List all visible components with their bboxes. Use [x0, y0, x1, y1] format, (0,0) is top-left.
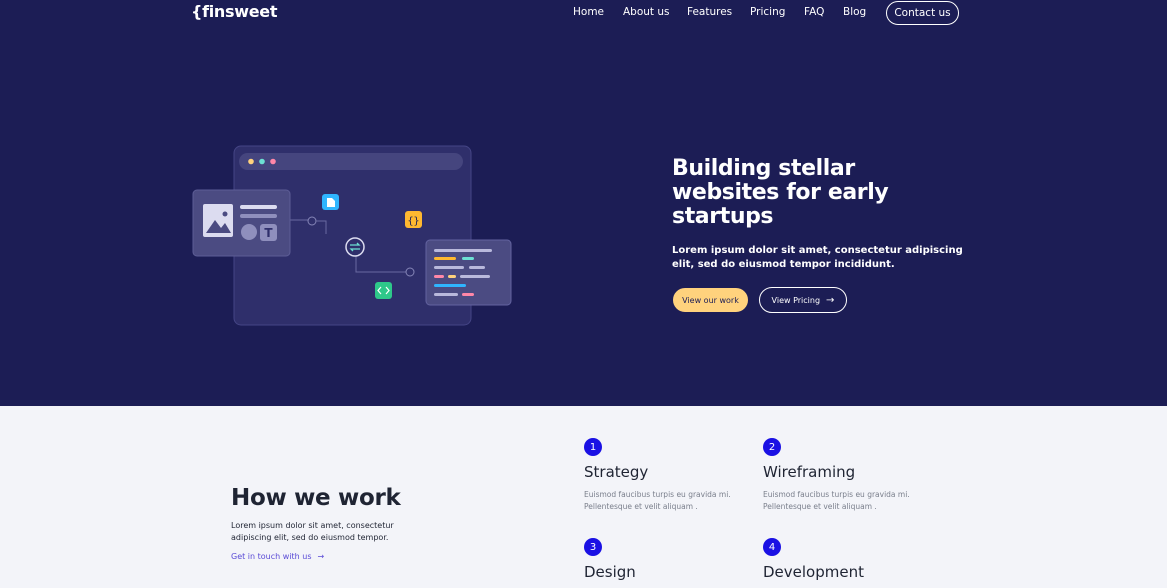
- get-in-touch-label: Get in touch with us: [231, 552, 312, 561]
- nav-pricing-link[interactable]: Pricing: [750, 6, 785, 18]
- view-pricing-label: View Pricing: [771, 295, 821, 305]
- svg-text:T: T: [264, 226, 273, 240]
- nav-about-link[interactable]: About us: [623, 6, 670, 18]
- code-line: [462, 293, 474, 296]
- nav-blog-link[interactable]: Blog: [843, 6, 866, 18]
- step-description: Euismod faucibus turpis eu gravida mi. P…: [763, 490, 910, 511]
- how-we-work-title: How we work: [231, 485, 401, 511]
- code-line: [448, 275, 456, 278]
- get-in-touch-link[interactable]: Get in touch with us →: [231, 552, 324, 561]
- view-our-work-button[interactable]: View our work: [672, 287, 749, 313]
- hero-section: {finsweet Home About us Features Pricing…: [0, 0, 1167, 406]
- code-line: [434, 249, 492, 252]
- code-line: [434, 266, 464, 269]
- hero-title: Building stellar websites for early star…: [672, 156, 889, 229]
- step-number-badge: 1: [584, 438, 602, 456]
- step-title: Wireframing: [763, 463, 856, 481]
- svg-text:{}: {}: [407, 216, 419, 227]
- code-line: [462, 257, 474, 260]
- connector-node: [307, 216, 317, 226]
- window-dot-pink: [270, 158, 276, 165]
- step-wireframing: 2 Wireframing Euismod faucibus turpis eu…: [763, 438, 933, 513]
- main-nav: Home About us Features Pricing FAQ Blog …: [0, 0, 1167, 26]
- step-strategy: 1 Strategy Euismod faucibus turpis eu gr…: [584, 438, 754, 513]
- nav-features-link[interactable]: Features: [687, 6, 732, 18]
- text-line-placeholder: [240, 214, 277, 218]
- step-number-badge: 3: [584, 538, 602, 556]
- step-development: 4 Development: [763, 538, 933, 581]
- window-dot-yellow: [248, 158, 254, 165]
- step-number-badge: 4: [763, 538, 781, 556]
- code-line: [434, 275, 444, 278]
- shape-placeholder-icon: [241, 224, 257, 240]
- arrow-right-icon: →: [317, 552, 325, 561]
- sync-icon: [345, 237, 365, 257]
- connector-node: [405, 267, 415, 277]
- window-dot-teal: [259, 158, 265, 165]
- step-title: Design: [584, 563, 636, 581]
- hero-illustration: T {}: [192, 145, 512, 326]
- nav-faq-link[interactable]: FAQ: [804, 6, 824, 18]
- text-line-placeholder: [240, 205, 277, 209]
- code-line: [469, 266, 485, 269]
- nav-home-link[interactable]: Home: [573, 6, 604, 18]
- code-line: [434, 257, 456, 260]
- step-title: Strategy: [584, 463, 649, 481]
- how-we-work-description: Lorem ipsum dolor sit amet, consectetur …: [231, 521, 394, 542]
- step-design: 3 Design: [584, 538, 754, 581]
- hero-description: Lorem ipsum dolor sit amet, consectetur …: [672, 245, 963, 270]
- contact-us-button[interactable]: Contact us: [886, 1, 959, 25]
- code-line: [460, 275, 490, 278]
- code-line: [434, 284, 466, 287]
- step-description: Euismod faucibus turpis eu gravida mi. P…: [584, 490, 731, 511]
- view-pricing-button[interactable]: View Pricing →: [759, 287, 847, 313]
- step-title: Development: [763, 563, 864, 581]
- arrow-right-icon: →: [826, 294, 835, 306]
- step-number-badge: 2: [763, 438, 781, 456]
- code-line: [434, 293, 458, 296]
- sun-shape: [222, 211, 228, 217]
